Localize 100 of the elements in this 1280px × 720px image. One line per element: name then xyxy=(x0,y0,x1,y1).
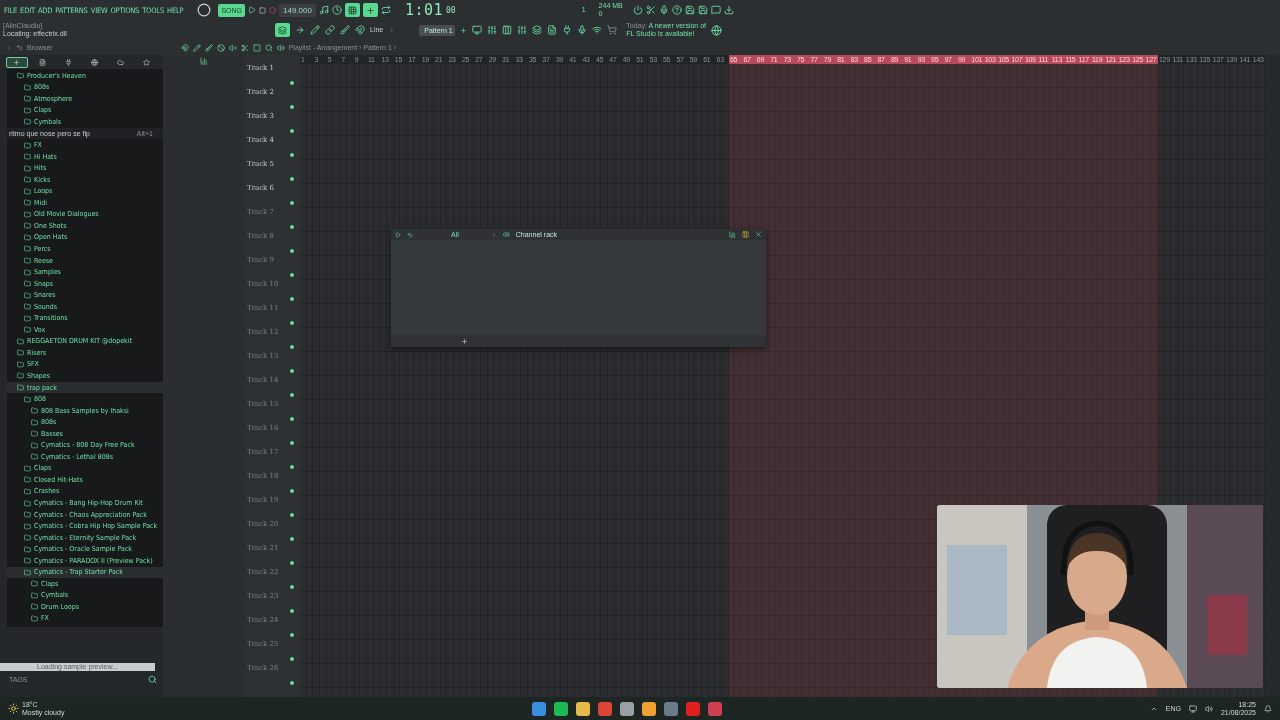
track-led[interactable] xyxy=(290,225,294,229)
track-led[interactable] xyxy=(290,177,294,181)
channel-rack-icon[interactable] xyxy=(502,25,513,35)
folder-icon[interactable] xyxy=(24,545,31,553)
speaker-icon[interactable] xyxy=(502,231,510,238)
pencil-icon[interactable] xyxy=(192,43,201,52)
folder-icon[interactable] xyxy=(24,222,31,230)
folder-icon[interactable] xyxy=(24,199,31,207)
delete-icon[interactable] xyxy=(216,43,225,52)
sliders-icon[interactable] xyxy=(487,25,498,35)
folder-icon[interactable] xyxy=(24,534,31,542)
microphone-icon[interactable] xyxy=(658,5,669,15)
mixer-faders-icon[interactable] xyxy=(517,25,528,35)
speaker-icon[interactable] xyxy=(276,43,285,52)
track-led[interactable] xyxy=(290,657,294,661)
close-icon[interactable] xyxy=(755,231,762,238)
document-icon[interactable] xyxy=(547,25,558,35)
cart-icon[interactable] xyxy=(607,25,618,35)
notification-icon[interactable] xyxy=(1264,704,1272,713)
folder-icon[interactable] xyxy=(24,83,31,91)
track-led[interactable] xyxy=(290,393,294,397)
browser-icon[interactable] xyxy=(532,25,543,35)
track-led[interactable] xyxy=(290,369,294,373)
pencil-icon[interactable] xyxy=(310,25,320,35)
taskbar-app-icon[interactable] xyxy=(554,701,568,716)
pattern-button[interactable] xyxy=(362,3,378,17)
folder-icon[interactable] xyxy=(17,337,24,345)
back-icon[interactable] xyxy=(16,44,23,51)
help-icon[interactable] xyxy=(671,5,682,15)
chart-icon[interactable] xyxy=(200,57,208,65)
track-led[interactable] xyxy=(290,609,294,613)
track-led[interactable] xyxy=(290,297,294,301)
track-led[interactable] xyxy=(290,489,294,493)
track-led[interactable] xyxy=(290,105,294,109)
brush-icon[interactable] xyxy=(340,25,350,35)
folder-icon[interactable] xyxy=(31,418,38,426)
chat-icon[interactable] xyxy=(710,5,721,15)
track-led[interactable] xyxy=(290,561,294,565)
volume-icon[interactable] xyxy=(1204,704,1213,713)
track-led[interactable] xyxy=(290,153,294,157)
add-channel-icon[interactable] xyxy=(461,337,468,345)
mute-icon[interactable] xyxy=(228,43,237,52)
folder-icon[interactable] xyxy=(24,176,31,184)
folder-icon[interactable] xyxy=(24,395,31,403)
folder-icon[interactable] xyxy=(24,187,31,195)
arrow-icon[interactable] xyxy=(295,25,305,35)
folder-icon[interactable] xyxy=(31,430,38,438)
master-volume-knob[interactable] xyxy=(197,3,212,17)
folder-icon[interactable] xyxy=(24,245,31,253)
track-led[interactable] xyxy=(290,441,294,445)
folder-icon[interactable] xyxy=(31,591,38,599)
folder-icon[interactable] xyxy=(31,614,38,622)
track-led[interactable] xyxy=(290,249,294,253)
browser-tab[interactable] xyxy=(5,56,28,68)
add-pattern-icon[interactable] xyxy=(460,26,468,34)
stop-icon[interactable] xyxy=(259,6,266,14)
folder-icon[interactable] xyxy=(24,141,31,149)
folder-icon[interactable] xyxy=(24,522,31,530)
clock-icon[interactable] xyxy=(331,5,342,15)
track-led[interactable] xyxy=(290,585,294,589)
folder-icon[interactable] xyxy=(24,153,31,161)
folder-icon[interactable] xyxy=(24,303,31,311)
play-icon[interactable] xyxy=(248,6,256,14)
folder-icon[interactable] xyxy=(31,441,38,449)
taskbar-app-icon[interactable] xyxy=(620,701,634,716)
folder-icon[interactable] xyxy=(24,233,31,241)
loop-icon[interactable] xyxy=(380,5,391,15)
folder-icon[interactable] xyxy=(24,164,31,172)
select-icon[interactable] xyxy=(252,43,261,52)
playlist-button[interactable] xyxy=(275,23,290,37)
folder-icon[interactable] xyxy=(24,487,31,495)
save-as-icon[interactable] xyxy=(697,5,708,15)
track-led[interactable] xyxy=(290,681,294,685)
columns-icon[interactable] xyxy=(742,231,749,238)
taskbar-app-icon[interactable] xyxy=(598,701,612,716)
folder-icon[interactable] xyxy=(24,326,31,334)
folder-icon[interactable] xyxy=(31,580,38,588)
folder-icon[interactable] xyxy=(17,72,24,80)
folder-icon[interactable] xyxy=(24,476,31,484)
track-led[interactable] xyxy=(290,513,294,517)
track-led[interactable] xyxy=(290,129,294,133)
folder-icon[interactable] xyxy=(24,568,31,576)
brush-icon[interactable] xyxy=(204,43,213,52)
tempo-display[interactable]: 149.000 xyxy=(279,3,316,17)
folder-icon[interactable] xyxy=(24,118,31,126)
magnet-icon[interactable] xyxy=(355,25,365,35)
folder-icon[interactable] xyxy=(17,349,24,357)
step-button[interactable] xyxy=(344,3,360,17)
folder-icon[interactable] xyxy=(24,95,31,103)
search-icon[interactable] xyxy=(148,675,157,684)
link-icon[interactable] xyxy=(325,25,335,35)
folder-icon[interactable] xyxy=(24,106,31,114)
taskbar-app-icon[interactable] xyxy=(576,701,590,716)
track-led[interactable] xyxy=(290,417,294,421)
undo-icon[interactable] xyxy=(407,231,413,238)
download-icon[interactable] xyxy=(723,5,734,15)
magnet-icon[interactable] xyxy=(180,43,189,52)
play-icon[interactable] xyxy=(395,231,401,238)
folder-icon[interactable] xyxy=(24,268,31,276)
track-led[interactable] xyxy=(290,81,294,85)
